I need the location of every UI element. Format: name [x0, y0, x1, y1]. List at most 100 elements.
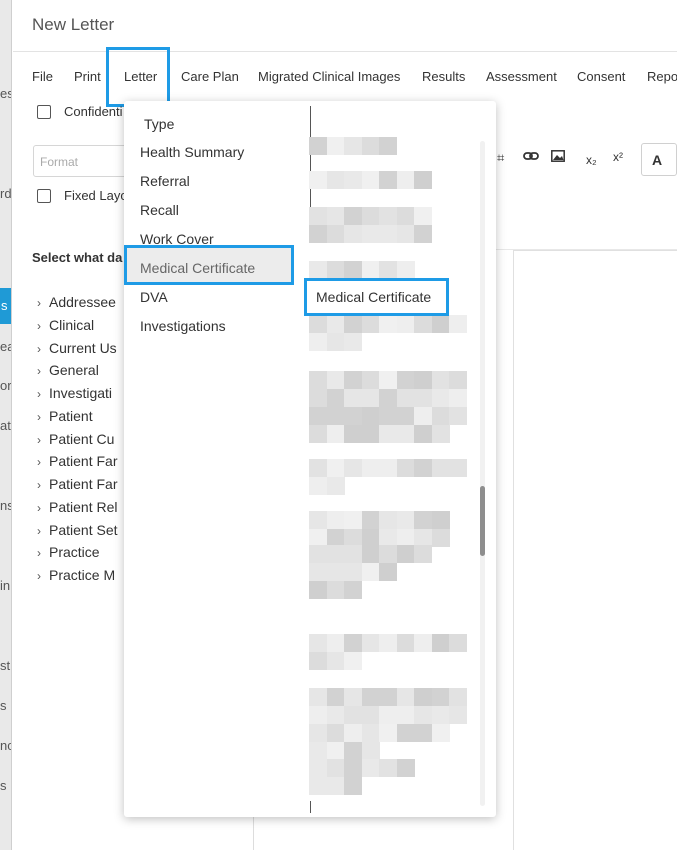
superscript-button[interactable]: x²: [613, 150, 623, 164]
redacted-block: [449, 634, 467, 652]
link-icon[interactable]: [523, 150, 539, 165]
redacted-block: [379, 724, 397, 742]
redacted-block: [379, 759, 397, 777]
tree-item[interactable]: › Patient Cu: [37, 431, 114, 447]
redacted-block: [379, 511, 397, 529]
redacted-block: [414, 207, 432, 225]
redacted-block: [396, 315, 415, 333]
tree-item[interactable]: › Clinical: [37, 317, 94, 333]
redacted-block: [396, 511, 415, 529]
redacted-block: [326, 545, 345, 563]
redacted-block: [396, 545, 415, 563]
chevron-right-icon: ›: [37, 546, 41, 561]
tree-item[interactable]: › Practice: [37, 544, 100, 560]
edge-fragment: ns: [0, 498, 11, 513]
redacted-block: [326, 407, 345, 425]
tree-item[interactable]: › Addressee: [37, 294, 116, 310]
format-select[interactable]: Format: [33, 145, 129, 177]
chevron-right-icon: ›: [37, 364, 41, 379]
table-icon[interactable]: ⌗: [497, 150, 504, 166]
dropdown-item-health-summary[interactable]: Health Summary: [140, 144, 244, 160]
dropdown-scrollbar-thumb[interactable]: [480, 486, 485, 556]
menu-results[interactable]: Results: [422, 69, 465, 84]
redacted-block: [361, 688, 380, 706]
dropdown-item-dva[interactable]: DVA: [140, 289, 168, 305]
redacted-block: [309, 137, 327, 155]
redacted-block: [361, 137, 380, 155]
tree-item-label: Patient Far: [49, 453, 118, 470]
dropdown-item-referral[interactable]: Referral: [140, 173, 190, 189]
redacted-block: [344, 261, 362, 279]
redacted-block: [361, 261, 380, 279]
redacted-block: [414, 724, 432, 742]
redacted-block: [344, 777, 362, 795]
redacted-block: [309, 389, 327, 407]
redacted-block: [431, 688, 450, 706]
redacted-block: [379, 459, 397, 477]
redacted-block: [344, 207, 362, 225]
tree-item[interactable]: › Patient Rel: [37, 499, 117, 515]
redacted-block: [414, 688, 432, 706]
redacted-block: [361, 371, 380, 389]
menu-reports[interactable]: Repo: [647, 69, 677, 84]
redacted-block: [309, 225, 327, 243]
redacted-block: [414, 706, 432, 724]
document-page[interactable]: [513, 250, 677, 850]
tree-item[interactable]: › Investigati: [37, 385, 112, 401]
redacted-block: [449, 315, 467, 333]
dropdown-scrollbar-track[interactable]: [480, 141, 485, 806]
chevron-right-icon: ›: [37, 387, 41, 401]
fixed-layout-checkbox[interactable]: [37, 189, 51, 203]
redacted-block: [414, 315, 432, 333]
menu-file[interactable]: File: [32, 69, 53, 84]
font-color-button[interactable]: A: [641, 143, 677, 176]
chevron-right-icon: ›: [37, 523, 41, 538]
redacted-block: [396, 371, 415, 389]
edge-fragment: in: [0, 578, 11, 593]
redacted-block: [379, 545, 397, 563]
redacted-block: [379, 261, 397, 279]
menu-assessment[interactable]: Assessment: [486, 69, 557, 84]
redacted-block: [431, 724, 450, 742]
redacted-block: [379, 407, 397, 425]
redacted-block: [344, 389, 362, 407]
redacted-block: [449, 371, 467, 389]
menu-care-plan[interactable]: Care Plan: [181, 69, 239, 84]
tree-item[interactable]: › Current Us: [37, 340, 117, 356]
letter-dropdown: Type Health Summary Referral Recall Work…: [124, 101, 496, 817]
redacted-block: [449, 407, 467, 425]
redacted-block: [414, 425, 432, 443]
menu-consent[interactable]: Consent: [577, 69, 625, 84]
menu-migrated-clinical-images[interactable]: Migrated Clinical Images: [258, 69, 400, 84]
redacted-block: [396, 459, 415, 477]
redacted-block: [309, 777, 327, 795]
tree-item[interactable]: › Patient Far: [37, 453, 117, 469]
redacted-block: [379, 315, 397, 333]
tree-item[interactable]: › General: [37, 362, 99, 378]
image-icon[interactable]: [551, 150, 565, 165]
redacted-block: [326, 207, 345, 225]
menu-print[interactable]: Print: [74, 69, 101, 84]
redacted-block: [379, 225, 397, 243]
confidential-checkbox[interactable]: [37, 105, 51, 119]
tree-item[interactable]: › Patient Set: [37, 522, 118, 538]
tree-item[interactable]: › Practice M: [37, 567, 115, 583]
edge-active-tab[interactable]: s: [0, 288, 11, 324]
redacted-block: [414, 225, 432, 243]
redacted-block: [344, 563, 362, 581]
redacted-block: [414, 634, 432, 652]
tree-item-label: Patient Far: [49, 476, 118, 492]
tree-item[interactable]: › Patient Far: [37, 476, 117, 492]
redacted-block: [309, 171, 327, 189]
dropdown-item-investigations[interactable]: Investigations: [140, 318, 226, 334]
dropdown-item-recall[interactable]: Recall: [140, 202, 179, 218]
subscript-button[interactable]: x₂: [586, 153, 597, 167]
redacted-block: [414, 511, 432, 529]
redacted-block: [326, 137, 345, 155]
tree-item[interactable]: › Patient: [37, 408, 93, 424]
redacted-block: [326, 425, 345, 443]
redacted-block: [414, 545, 432, 563]
submenu-medical-certificate[interactable]: Medical Certificate: [304, 278, 449, 316]
window-title: New Letter: [32, 15, 115, 34]
dropdown-header-type: Type: [144, 116, 175, 132]
